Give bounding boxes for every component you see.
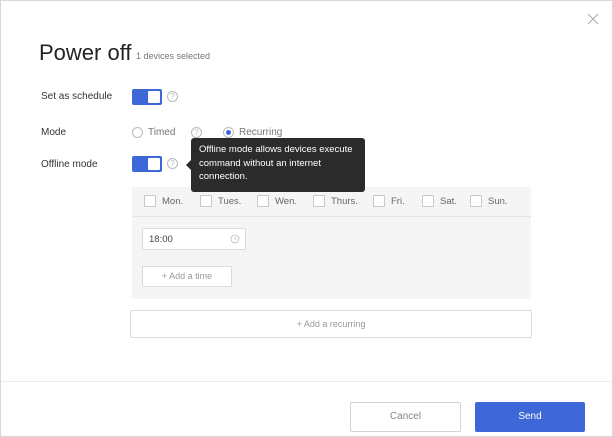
recurring-schedule-panel: Mon. Tues. Wen. Thurs. Fri. Sat. Sun. 18…: [132, 187, 531, 299]
add-time-button[interactable]: + Add a time: [142, 266, 232, 287]
mode-recurring-label[interactable]: Recurring: [239, 127, 282, 138]
power-off-dialog: Power off 1 devices selected Set as sche…: [0, 0, 613, 437]
help-icon[interactable]: ?: [167, 158, 178, 169]
day-label: Fri.: [391, 196, 405, 207]
offline-mode-label: Offline mode: [41, 159, 98, 170]
day-checkbox[interactable]: [144, 195, 156, 207]
day-label: Mon.: [162, 196, 184, 207]
offline-mode-tooltip: Offline mode allows devices execute comm…: [186, 138, 365, 192]
day-label: Sun.: [488, 196, 508, 207]
mode-recurring-radio[interactable]: [223, 127, 234, 138]
mode-timed-label[interactable]: Timed: [148, 127, 175, 138]
mode-label: Mode: [41, 127, 67, 138]
day-checkbox[interactable]: [200, 195, 212, 207]
toggle-knob: [148, 158, 160, 170]
day-checkbox[interactable]: [470, 195, 482, 207]
time-input[interactable]: 18:00: [142, 228, 246, 250]
schedule-toggle[interactable]: [132, 89, 162, 105]
day-checkbox[interactable]: [422, 195, 434, 207]
time-value: 18:00: [149, 234, 173, 245]
day-label: Wen.: [275, 196, 298, 207]
help-icon[interactable]: ?: [167, 91, 178, 102]
cancel-button[interactable]: Cancel: [350, 402, 461, 432]
send-button[interactable]: Send: [475, 402, 585, 432]
footer-divider: [1, 381, 613, 382]
toggle-knob: [148, 91, 160, 103]
day-checkbox[interactable]: [313, 195, 325, 207]
schedule-label: Set as schedule: [41, 91, 113, 102]
offline-mode-toggle[interactable]: [132, 156, 162, 172]
dialog-title: Power off: [39, 40, 132, 65]
day-checkbox[interactable]: [257, 195, 269, 207]
help-icon[interactable]: ?: [191, 127, 202, 138]
day-checkbox[interactable]: [373, 195, 385, 207]
day-label: Tues.: [218, 196, 242, 207]
close-icon[interactable]: [586, 12, 600, 26]
day-label: Thurs.: [331, 196, 358, 207]
clock-icon: [230, 234, 240, 244]
selection-count: 1 devices selected: [136, 51, 211, 61]
mode-timed-radio[interactable]: [132, 127, 143, 138]
day-label: Sat.: [440, 196, 457, 207]
add-recurring-button[interactable]: + Add a recurring: [130, 310, 532, 338]
